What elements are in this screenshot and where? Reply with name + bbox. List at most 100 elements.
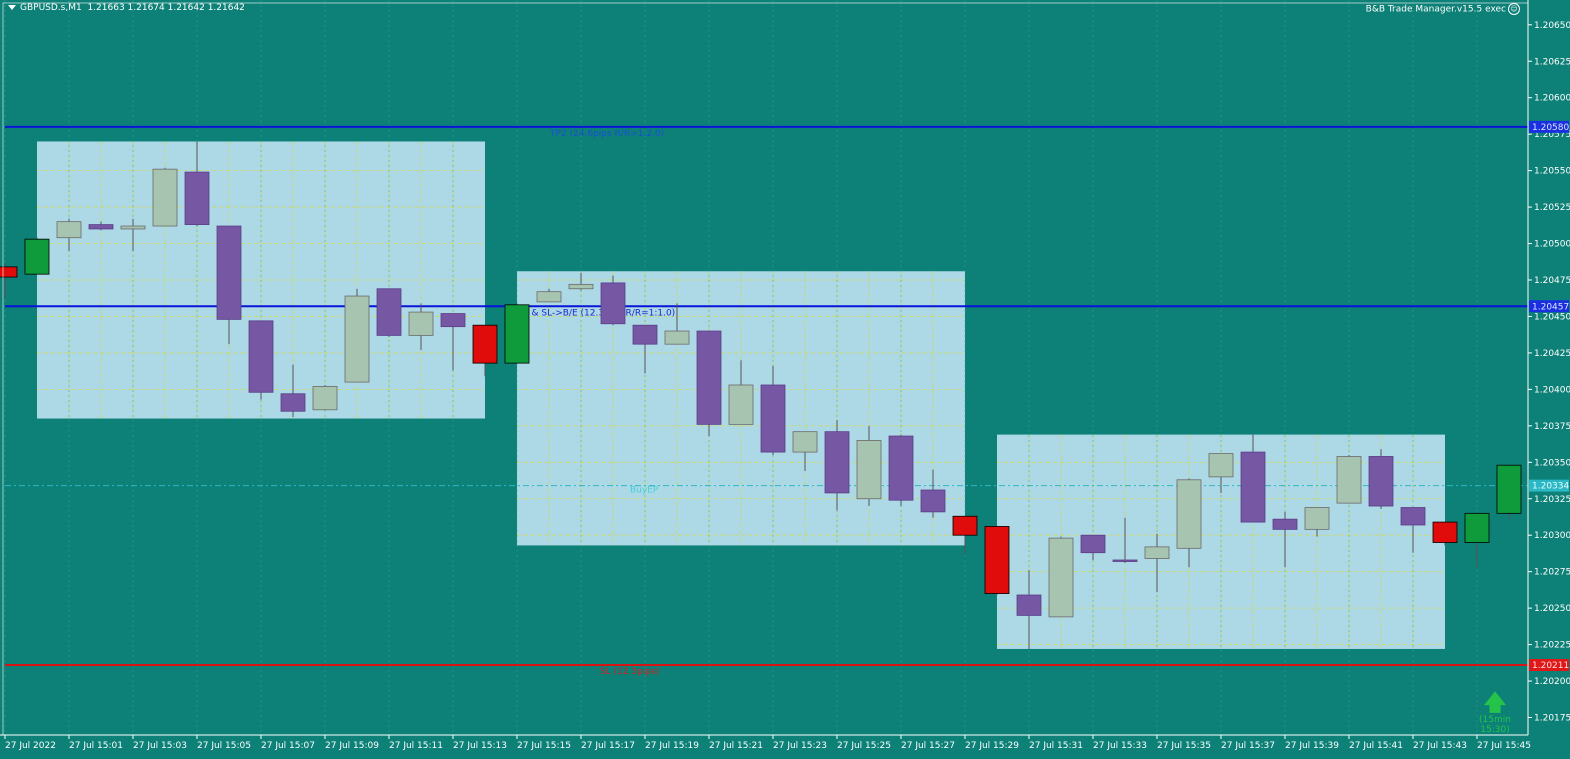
candle-body — [1144, 546, 1170, 559]
time-tick-label: 27 Jul 15:31 — [1029, 741, 1083, 751]
ea-name: B&B Trade Manager.v15.5 exec — [1365, 4, 1506, 15]
candle-body — [1400, 507, 1426, 526]
tp2-label: TP2 (24.6pips R/R=1:2.0) — [549, 129, 664, 139]
candle-body — [536, 291, 562, 303]
candle[interactable] — [984, 526, 1010, 595]
tp2-price-tag-text: 1.20580 — [1532, 123, 1569, 133]
signal-text: (15min 15:30) — [1479, 715, 1511, 735]
candle-body — [1016, 594, 1042, 616]
tp1-label: TP1 & SL->B/E (12.3pips R/R=1:1.0) — [511, 308, 675, 318]
candle-body — [56, 221, 82, 239]
candle[interactable] — [1048, 536, 1074, 618]
candle[interactable] — [344, 288, 370, 383]
candle-body — [920, 489, 946, 513]
candle-body — [600, 282, 626, 325]
time-tick-label: 27 Jul 15:25 — [837, 741, 891, 751]
time-tick-label: 27 Jul 15:01 — [69, 741, 123, 751]
symbol-label: GBPUSD.s,M1 — [20, 3, 82, 13]
price-tick-label: 1.20625 — [1534, 57, 1570, 67]
candle-body — [760, 384, 786, 453]
candle[interactable] — [24, 237, 50, 275]
price-tick-label: 1.20225 — [1534, 641, 1570, 651]
time-tick-label: 27 Jul 15:43 — [1413, 741, 1467, 751]
candle[interactable] — [1368, 449, 1394, 509]
candle-body — [88, 224, 114, 230]
candle[interactable] — [1496, 463, 1522, 520]
time-tick-label: 27 Jul 15:27 — [901, 741, 955, 751]
time-tick-label: 27 Jul 15:05 — [197, 741, 251, 751]
candle-body — [184, 171, 210, 225]
chevron-down-icon[interactable] — [8, 5, 16, 10]
entry-price-tag-text: 1.20334 — [1532, 482, 1569, 492]
price-tick-label: 1.20525 — [1534, 203, 1570, 213]
signal-indicator: 🡅 (15min 15:30) — [1464, 691, 1526, 736]
candle[interactable] — [504, 303, 530, 364]
time-tick-label: 27 Jul 15:33 — [1093, 741, 1147, 751]
candle-body — [792, 431, 818, 453]
candle-body — [1112, 559, 1138, 562]
price-tick-label: 1.20325 — [1534, 495, 1570, 505]
candle[interactable] — [376, 288, 402, 337]
candle-body — [952, 515, 978, 536]
candle-body — [1272, 518, 1298, 530]
candle[interactable] — [1336, 455, 1362, 504]
price-tick-label: 1.20350 — [1534, 458, 1570, 468]
candle-body — [0, 266, 18, 278]
price-tick-label: 1.20175 — [1534, 714, 1570, 724]
sl-price-tag-text: 1.20211 — [1532, 661, 1569, 671]
candle-body — [1080, 534, 1106, 554]
tp1-price-tag-text: 1.20457 — [1532, 302, 1569, 312]
price-tick-label: 1.20275 — [1534, 568, 1570, 578]
price-tick-label: 1.20600 — [1534, 94, 1570, 104]
time-tick-label: 27 Jul 15:37 — [1221, 741, 1275, 751]
time-tick-label: 27 Jul 15:35 — [1157, 741, 1211, 751]
ea-label: B&B Trade Manager.v15.5 exec ☺ — [1366, 3, 1520, 15]
candle-body — [984, 526, 1010, 594]
candle-body — [376, 288, 402, 336]
price-tick-label: 1.20500 — [1534, 240, 1570, 250]
time-tick-label: 27 Jul 15:23 — [773, 741, 827, 751]
candle[interactable] — [888, 434, 914, 507]
price-tick-label: 1.20550 — [1534, 167, 1570, 177]
candle-body — [696, 330, 722, 425]
up-arrow-icon: 🡅 — [1483, 691, 1507, 716]
candle-body — [248, 320, 274, 393]
symbol-header[interactable]: GBPUSD.s,M1 1.21663 1.21674 1.21642 1.21… — [8, 3, 245, 13]
candle[interactable] — [312, 385, 338, 411]
candle-body — [728, 384, 754, 425]
price-tick-label: 1.20400 — [1534, 385, 1570, 395]
candle-body — [856, 440, 882, 500]
candle-body — [1368, 456, 1394, 507]
candle[interactable] — [696, 330, 722, 437]
candle-body — [344, 295, 370, 383]
price-tick-label: 1.20300 — [1534, 531, 1570, 541]
candle-body — [568, 283, 594, 290]
candle-body — [1176, 479, 1202, 549]
time-tick-label: 27 Jul 15:19 — [645, 741, 699, 751]
candle-body — [440, 313, 466, 328]
candle-body — [472, 324, 498, 364]
candle-body — [1240, 451, 1266, 523]
candle[interactable] — [248, 320, 274, 400]
candle-body — [1336, 456, 1362, 504]
candle[interactable] — [600, 275, 626, 326]
price-tick-label: 1.20475 — [1534, 276, 1570, 286]
time-tick-label: 27 Jul 2022 — [5, 741, 56, 751]
candle-body — [280, 393, 306, 412]
price-chart[interactable]: TP2 (24.6pips R/R=1:2.0) TP1 & SL->B/E (1… — [0, 0, 1570, 759]
time-tick-label: 27 Jul 15:45 — [1477, 741, 1531, 751]
time-tick-label: 27 Jul 15:29 — [965, 741, 1019, 751]
price-tick-label: 1.20200 — [1534, 677, 1570, 687]
candle-body — [1464, 512, 1490, 543]
candle-body — [24, 238, 50, 275]
sl-label: SL (12.3pips) — [600, 667, 659, 677]
time-tick-label: 27 Jul 15:21 — [709, 741, 763, 751]
time-tick-label: 27 Jul 15:13 — [453, 741, 507, 751]
time-tick-label: 27 Jul 15:11 — [389, 741, 443, 751]
candle-body — [312, 386, 338, 411]
time-tick-label: 27 Jul 15:09 — [325, 741, 379, 751]
candle[interactable] — [152, 167, 178, 227]
time-tick-label: 27 Jul 15:17 — [581, 741, 635, 751]
time-tick-label: 27 Jul 15:07 — [261, 741, 315, 751]
candle[interactable] — [1432, 521, 1458, 546]
